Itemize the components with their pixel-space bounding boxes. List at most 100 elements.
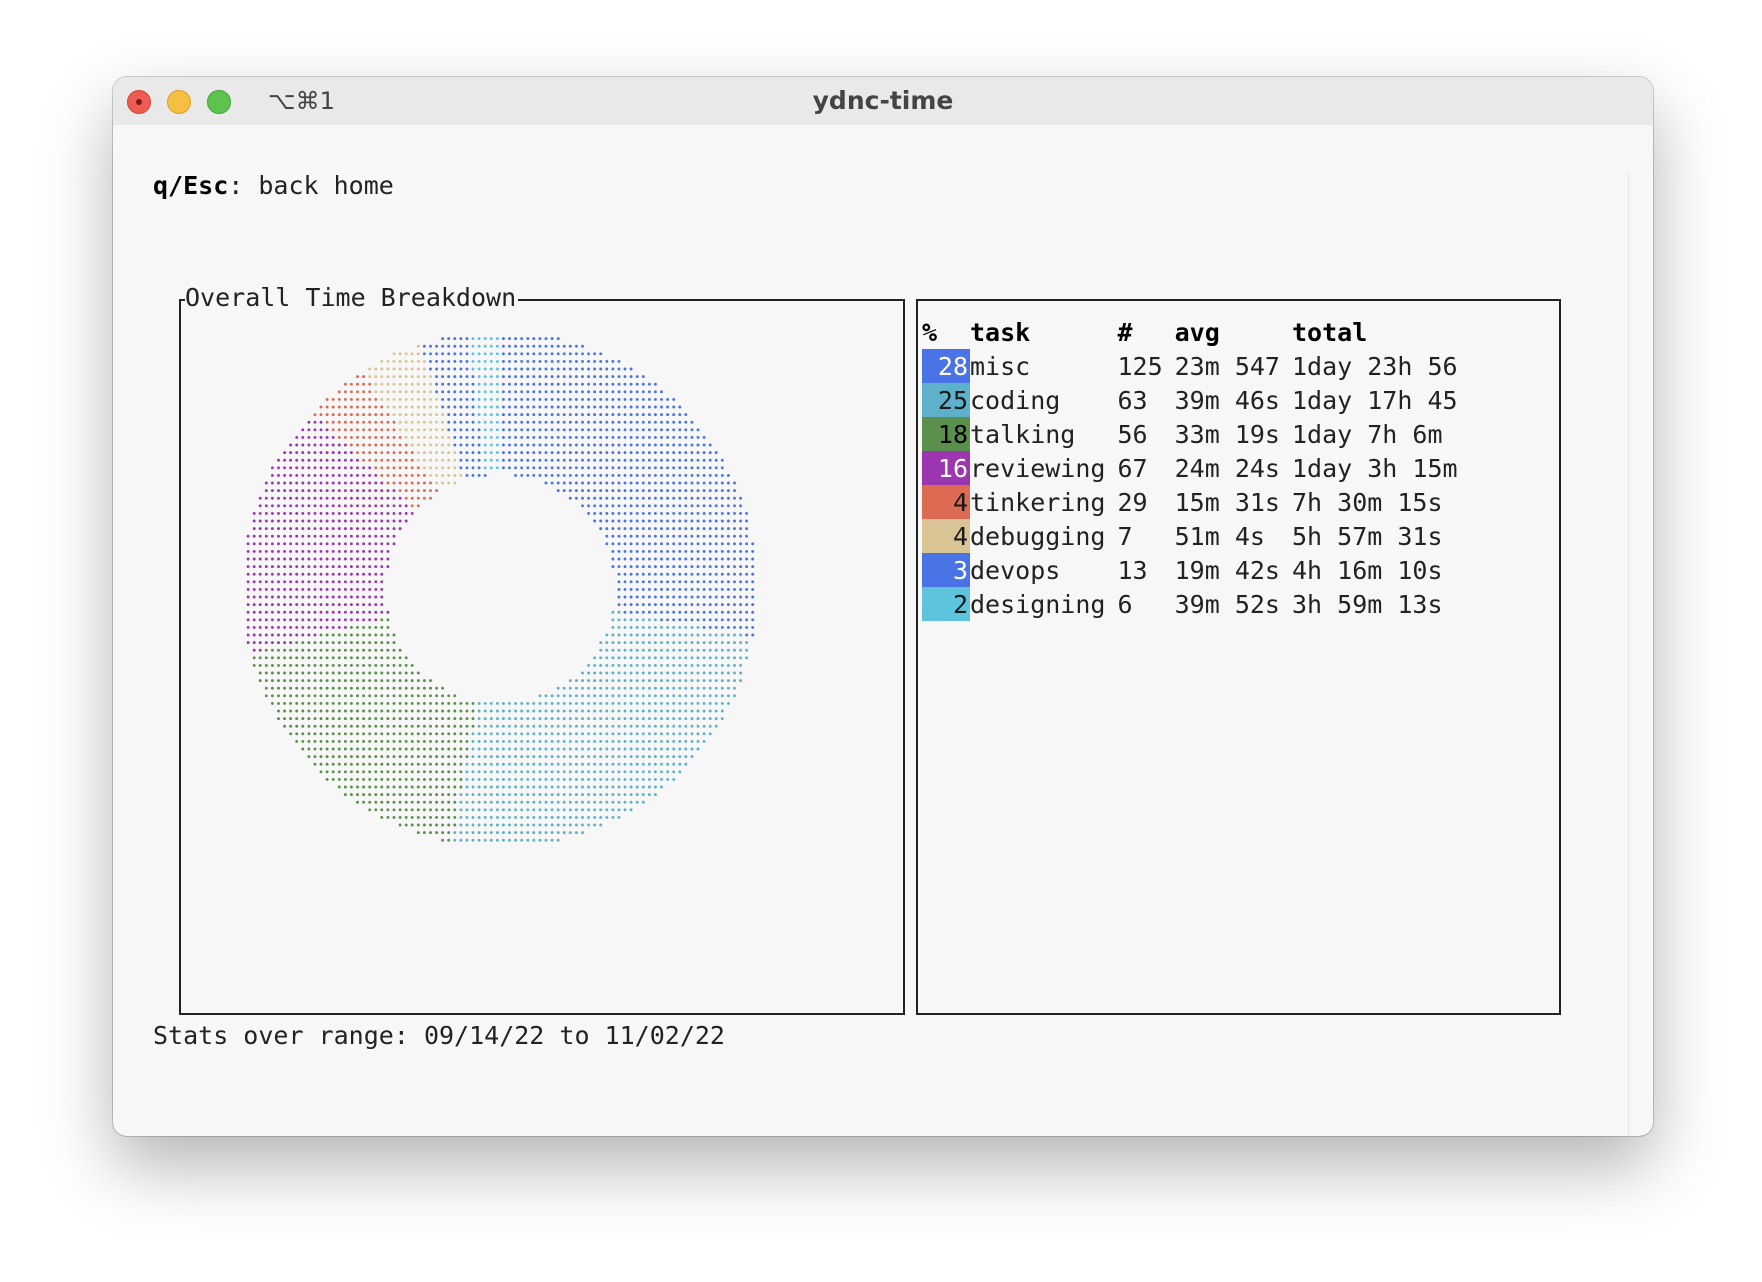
donut-dot [581,777,584,781]
donut-dot [641,701,645,705]
donut-dot [623,610,627,614]
donut-dot [386,390,390,394]
donut-dot [319,671,323,675]
donut-dot [508,762,511,766]
donut-dot [331,534,335,538]
donut-dot [447,755,451,759]
donut-dot [544,800,548,804]
donut-dot [581,428,584,432]
donut-dot [702,633,706,637]
donut-dot [356,572,359,576]
donut-dot [465,701,469,705]
donut-dot [307,489,311,493]
donut-dot [690,701,694,705]
donut-dot [660,504,663,508]
donut-dot [337,428,341,432]
donut-dot [617,572,621,576]
donut-dot [751,633,755,637]
donut-dot [471,739,475,743]
scrollbar-thumb[interactable] [1637,1135,1649,1136]
donut-dot [270,618,274,622]
donut-dot [453,739,457,743]
donut-dot [562,777,566,781]
donut-dot [471,397,475,401]
donut-dot [623,686,627,690]
donut-dot [410,352,414,356]
donut-dot [343,565,347,569]
donut-dot [435,443,439,447]
donut-dot [520,405,524,409]
donut-dot [647,435,651,439]
donut-dot [429,686,432,690]
donut-dot [562,489,566,493]
donut-dot [690,755,694,759]
donut-dot [520,724,524,728]
donut-dot [678,428,682,432]
donut-dot [611,717,615,721]
donut-dot [295,489,299,493]
donut-dot [295,618,299,622]
donut-dot [562,359,566,363]
donut-dot [441,413,445,417]
donut-dot [751,603,755,607]
donut-dot [368,565,372,569]
donut-dot [708,557,712,561]
donut-dot [587,755,591,759]
donut-dot [331,580,335,584]
donut-dot [319,732,323,736]
donut-dot [386,641,390,645]
donut-dot [514,367,518,371]
donut-dot [666,755,670,759]
donut-dot [343,648,347,652]
donut-dot [538,694,542,698]
donut-dot [295,473,299,477]
donut-dot [429,352,432,356]
donut-dot [422,785,426,789]
donut-dot [386,443,390,447]
donut-dot [714,519,718,523]
donut-dot [313,466,317,470]
donut-dot [666,451,670,455]
donut-dot [508,831,511,835]
donut-dot [447,443,451,447]
donut-dot [386,511,390,515]
donut-dot [617,565,621,569]
donut-dot [252,587,256,591]
percent-cell: 16 [922,451,970,485]
donut-dot [331,732,335,736]
donut-dot [386,739,390,743]
donut-dot [666,747,670,751]
donut-dot [501,739,505,743]
donut-dot [660,595,663,599]
donut-dot [362,405,366,409]
donut-dot [380,732,384,736]
donut-dot [416,724,420,728]
donut-dot [398,739,402,743]
donut-dot [301,610,305,614]
donut-dot [532,838,536,842]
donut-dot [641,686,645,690]
donut-dot [714,709,718,713]
donut-dot [581,671,584,675]
donut-dot [270,610,274,614]
donut-dot [538,739,542,743]
donut-dot [380,679,384,683]
donut-dot [629,451,633,455]
donut-dot [283,671,287,675]
donut-dot [368,496,372,500]
donut-dot [514,838,518,842]
donut-dot [264,542,268,546]
donut-dot [514,443,518,447]
donut-dot [684,755,688,759]
donut-dot [252,633,256,637]
donut-dot [356,458,359,462]
donut-dot [720,527,724,531]
donut-dot [617,732,621,736]
donut-dot [702,458,706,462]
donut-dot [301,489,305,493]
donut-dot [623,473,627,477]
donut-dot [404,732,408,736]
donut-dot [745,580,749,584]
donut-dot [295,717,299,721]
donut-dot [349,663,353,667]
